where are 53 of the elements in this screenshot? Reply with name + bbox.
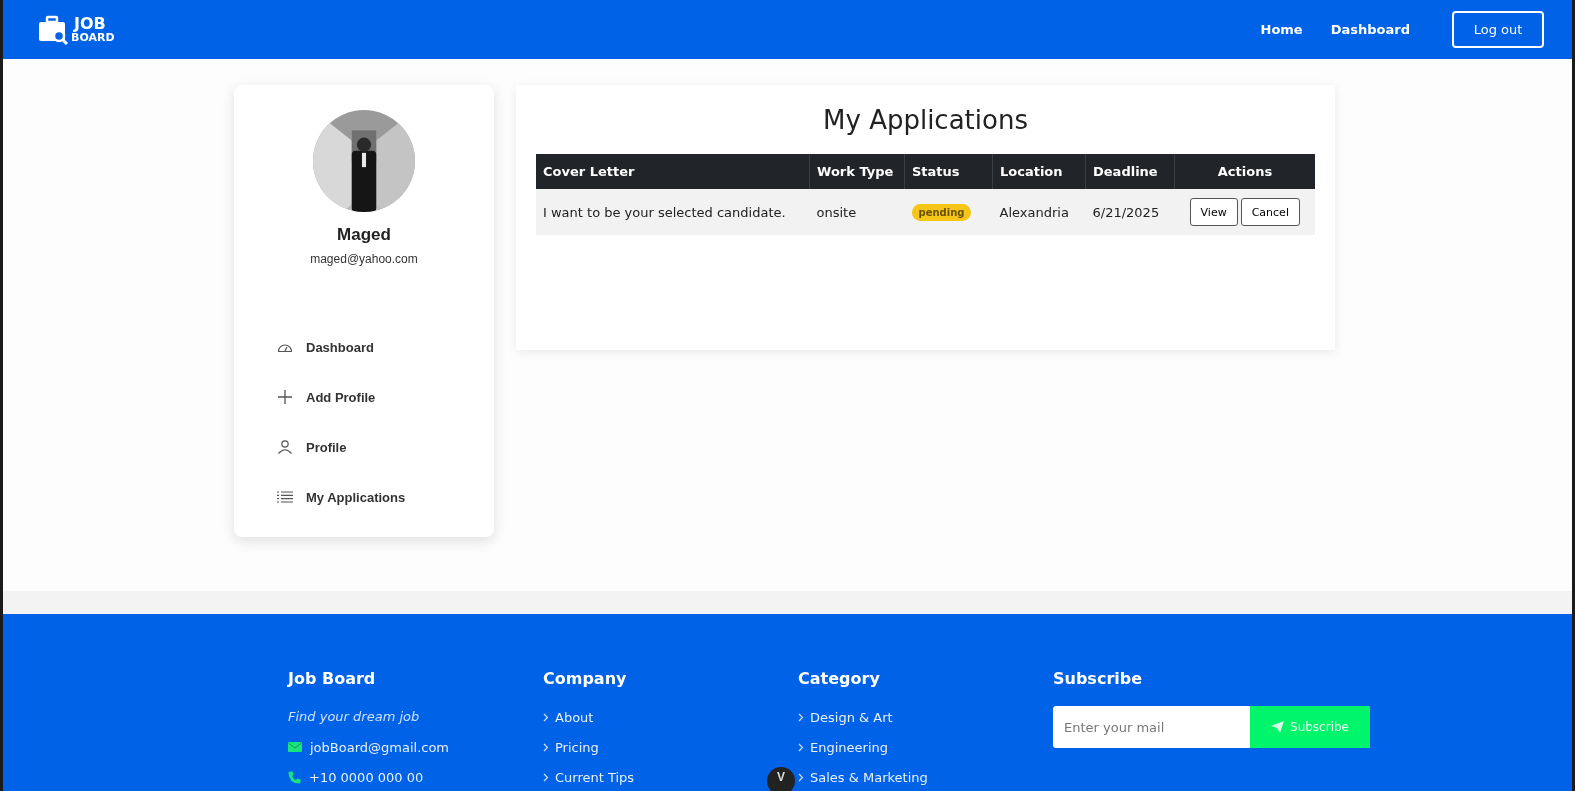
chevron-icon [798,742,804,752]
page-title: My Applications [822,105,1029,135]
sidebar-item[interactable]: My Applications [277,472,494,522]
footer-link[interactable]: Pricing [543,732,599,762]
chevron-icon [543,742,549,752]
status-badge: pending [911,203,972,221]
gauge-icon [277,341,293,353]
envelope-icon [288,742,302,752]
footer-link[interactable]: Engineering [798,732,888,762]
footer-heading: Category [798,669,881,689]
cancel-button[interactable]: Cancel [1240,198,1300,226]
devtools-button[interactable]: V [767,767,795,791]
chevron-icon [543,712,549,722]
column-header: Deadline [1085,154,1175,189]
nav-link[interactable]: Dashboard [1330,22,1410,37]
column-header: Location [992,154,1086,189]
phone-icon [288,770,301,784]
profile-email: maged@yahoo.com [310,252,418,266]
table-cell: 6/21/2025 [1085,189,1175,235]
logo[interactable]: JOB BOARD [37,14,115,45]
column-header: Work Type [809,154,905,189]
footer-heading: Job Board [288,669,377,689]
sidebar-item[interactable]: Profile [277,422,494,472]
footer-heading: Subscribe [1053,669,1144,689]
briefcase-search-icon [37,14,69,45]
footer-link[interactable]: Current Tips [543,762,635,791]
column-header: Actions [1174,154,1315,189]
profile-name: Maged [337,225,391,245]
footer-heading: Company [543,669,628,689]
chevron-icon [543,772,549,782]
view-button[interactable]: View [1189,198,1238,226]
sidebar-item[interactable]: Add Profile [277,372,494,422]
chevron-icon [798,712,804,722]
sidebar-item[interactable]: Dashboard [277,322,494,372]
chevron-icon [798,772,804,782]
tagline: Find your dream job [288,708,421,726]
footer-link[interactable]: Sales & Marketing [798,762,928,791]
contact-phone: +10 0000 000 00 [309,769,424,785]
plus-icon [277,389,293,405]
table-cell: onsite [809,189,905,235]
column-header: Status [904,154,993,189]
user-icon [277,440,293,454]
logout-button[interactable]: Log out [1452,11,1544,48]
column-header: Cover Letter [536,154,810,189]
contact-email: jobBoard@gmail.com [310,739,450,755]
footer-link[interactable]: Design & Art [798,702,893,732]
email-field[interactable]: Enter your mail [1053,706,1250,748]
footer-link[interactable]: About [543,702,594,732]
table-cell: Alexandria [992,189,1086,235]
nav-link[interactable]: Home [1260,22,1303,37]
table-cell: I want to be your selected candidate. [536,189,810,235]
list-icon [277,491,293,503]
send-icon [1271,721,1284,733]
